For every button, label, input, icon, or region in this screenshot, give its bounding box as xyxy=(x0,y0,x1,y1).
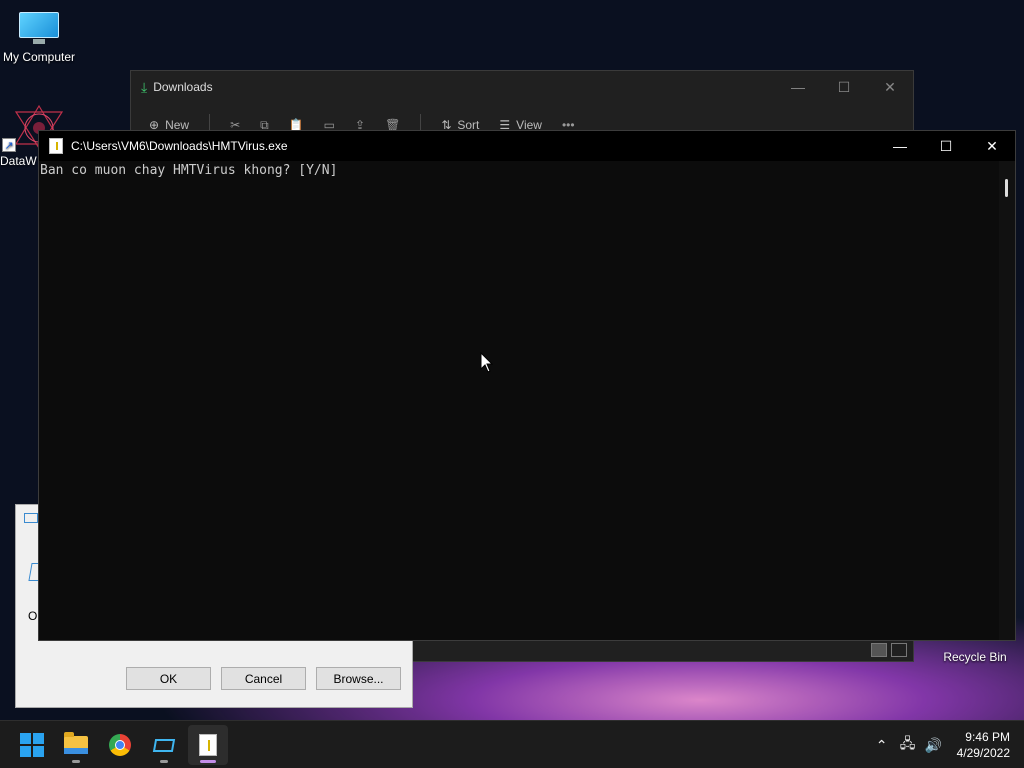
desktop-icon-label: My Computer xyxy=(2,50,76,64)
desktop-icon-recycle-bin[interactable]: Recycle Bin xyxy=(930,646,1020,664)
windows-logo-icon xyxy=(20,733,44,757)
view-toggle xyxy=(871,643,907,657)
network-icon[interactable]: 🖧 xyxy=(895,733,921,757)
close-icon: ✕ xyxy=(986,137,998,154)
tiles-view-icon[interactable] xyxy=(891,643,907,657)
console-titlebar[interactable]: C:\Users\VM6\Downloads\HMTVirus.exe — ☐ … xyxy=(39,131,1015,161)
explorer-title: Downloads xyxy=(153,80,213,94)
exe-file-icon xyxy=(199,734,217,756)
system-tray: ⌃ 🖧 🔊 9:46 PM 4/29/2022 xyxy=(869,721,1024,768)
console-scrollbar[interactable] xyxy=(999,161,1015,640)
minimize-icon[interactable]: — xyxy=(775,79,821,96)
monitor-icon xyxy=(17,10,61,46)
clock-time: 9:46 PM xyxy=(965,730,1010,744)
minimize-button[interactable]: — xyxy=(877,131,923,161)
maximize-button[interactable]: ☐ xyxy=(923,131,969,161)
taskbar-run[interactable] xyxy=(144,725,184,765)
exe-file-icon xyxy=(49,138,63,154)
explorer-titlebar[interactable]: ⤓ Downloads — ☐ ✕ xyxy=(131,71,913,103)
clock[interactable]: 9:46 PM 4/29/2022 xyxy=(957,729,1010,761)
close-icon[interactable]: ✕ xyxy=(867,79,913,96)
clock-date: 4/29/2022 xyxy=(956,746,1010,760)
desktop-icon-label: Recycle Bin xyxy=(943,650,1007,664)
run-dialog-title-icon xyxy=(24,513,38,523)
start-button[interactable] xyxy=(12,725,52,765)
folder-icon xyxy=(64,732,88,754)
taskbar-file-explorer[interactable] xyxy=(56,725,96,765)
shortcut-arrow-icon: ↗ xyxy=(2,138,16,152)
chevron-up-icon[interactable]: ⌃ xyxy=(869,737,895,754)
minimize-icon: — xyxy=(893,138,907,154)
chrome-icon xyxy=(109,734,131,756)
maximize-icon: ☐ xyxy=(939,137,953,154)
volume-icon[interactable]: 🔊 xyxy=(921,737,947,754)
cancel-button[interactable]: Cancel xyxy=(221,667,306,690)
console-output[interactable]: Ban co muon chay HMTVirus khong? [Y/N] xyxy=(39,161,999,640)
download-icon: ⤓ xyxy=(141,78,148,95)
run-icon xyxy=(152,738,176,752)
console-title: C:\Users\VM6\Downloads\HMTVirus.exe xyxy=(71,139,288,153)
close-button[interactable]: ✕ xyxy=(969,131,1015,161)
details-view-icon[interactable] xyxy=(871,643,887,657)
taskbar-chrome[interactable] xyxy=(100,725,140,765)
maximize-icon[interactable]: ☐ xyxy=(821,79,867,96)
mouse-cursor-icon xyxy=(480,352,494,373)
open-label: O xyxy=(28,609,38,623)
taskbar: ⌃ 🖧 🔊 9:46 PM 4/29/2022 xyxy=(0,720,1024,768)
browse-button[interactable]: Browse... xyxy=(316,667,401,690)
scrollbar-thumb[interactable] xyxy=(1005,179,1008,197)
desktop-icon-my-computer[interactable]: My Computer xyxy=(0,10,78,64)
taskbar-hmtvirus[interactable] xyxy=(188,725,228,765)
ok-button[interactable]: OK xyxy=(126,667,211,690)
console-window[interactable]: C:\Users\VM6\Downloads\HMTVirus.exe — ☐ … xyxy=(38,130,1016,641)
